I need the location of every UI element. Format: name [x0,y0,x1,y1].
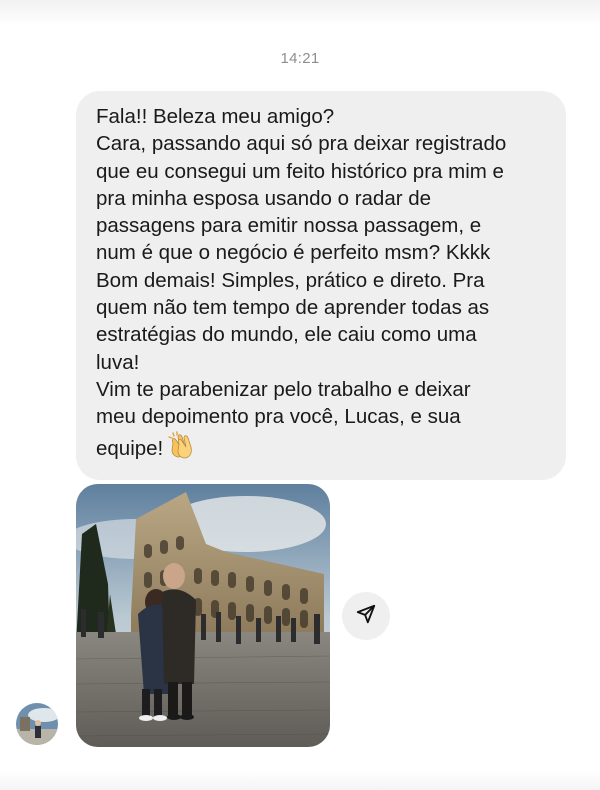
message-line: num é que o negócio é perfeito msm? Kkkk [96,241,491,265]
send-icon [355,603,377,630]
message-line: que eu consegui um feito histórico pra m… [96,159,504,183]
clapping-hands-icon [167,430,197,466]
top-bar-fade [0,0,600,26]
message-line: passagens para emitir nossa passagem, e [96,214,482,238]
message-line: meu depoimento pra você, Lucas, e sua [96,405,461,429]
couple-photo[interactable] [76,484,330,747]
share-button[interactable] [342,592,390,640]
message-bubble[interactable]: Fala!! Beleza meu amigo? Cara, passando … [76,91,566,480]
bottom-fade [0,770,600,790]
message-line-last: equipe! [96,430,548,466]
message-timestamp: 14:21 [280,50,320,67]
message-line: quem não tem tempo de aprender todas as [96,296,490,320]
contact-avatar[interactable] [16,703,58,745]
message-line: Vim te parabenizar pelo trabalho e deixa… [96,377,471,401]
message-line: pra minha esposa usando o radar de [96,186,432,210]
message-line: luva! [96,350,140,374]
message-line: estratégias do mundo, ele caiu como uma [96,323,477,347]
message-line: Fala!! Beleza meu amigo? [96,105,335,128]
message-line-text: equipe! [96,436,164,460]
message-line: Bom demais! Simples, prático e direto. P… [96,268,485,292]
message-line: Cara, passando aqui só pra deixar regist… [96,132,507,156]
